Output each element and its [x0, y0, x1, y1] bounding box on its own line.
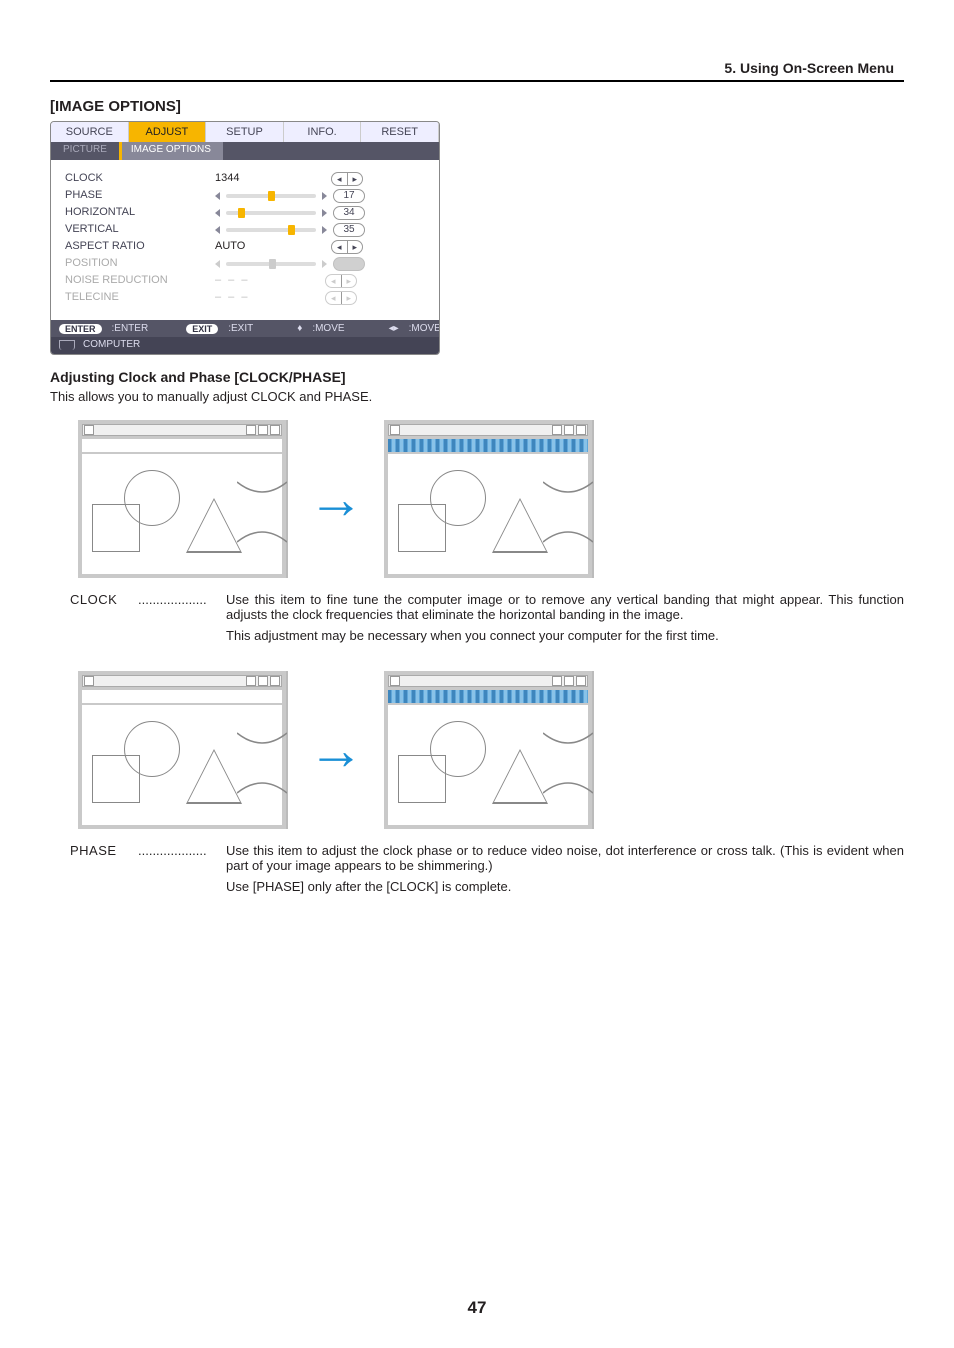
clock-before-thumb	[78, 420, 288, 578]
chev-right-icon	[322, 226, 327, 234]
row-position	[215, 255, 425, 272]
chev-right-icon	[322, 192, 327, 200]
phase-after-thumb	[384, 671, 594, 829]
row-clock: 1344 ◂▸	[215, 170, 425, 187]
def-phase-dots: ...................	[138, 843, 218, 858]
subtab-picture: PICTURE	[51, 142, 119, 160]
def-phase-p1: Use this item to adjust the clock phase …	[226, 843, 904, 873]
def-clock: CLOCK ................... Use this item …	[70, 592, 904, 649]
osd-tabs: SOURCE ADJUST SETUP INFO. RESET	[51, 122, 439, 142]
phase-value: 17	[333, 189, 365, 203]
def-phase: PHASE ................... Use this item …	[70, 843, 904, 900]
tab-reset: RESET	[361, 122, 439, 142]
subhead-clock-phase: Adjusting Clock and Phase [CLOCK/PHASE]	[50, 369, 904, 385]
move-label-2: :MOVE	[409, 323, 440, 334]
horizontal-value: 34	[333, 206, 365, 220]
row-nr: – – – ◂▸	[215, 272, 425, 289]
arrow-right-icon: →	[308, 471, 364, 527]
row-phase: 17	[215, 187, 425, 204]
section-title: [IMAGE OPTIONS]	[50, 98, 904, 115]
source-icon	[59, 340, 75, 350]
osd-footer-source: COMPUTER	[51, 337, 439, 354]
chev-right-icon	[322, 209, 327, 217]
tab-source: SOURCE	[51, 122, 129, 142]
exit-label: :EXIT	[228, 323, 253, 334]
row-aspect: AUTO ◂▸	[215, 238, 425, 255]
subtab-image-options: IMAGE OPTIONS	[119, 142, 223, 160]
clock-value: 1344	[215, 170, 313, 187]
intro-text: This allows you to manually adjust CLOCK…	[50, 389, 904, 404]
tab-setup: SETUP	[206, 122, 284, 142]
def-clock-term: CLOCK	[70, 592, 130, 607]
updown-icon: ♦	[297, 323, 302, 334]
move-label-1: :MOVE	[312, 323, 344, 334]
enter-label: :ENTER	[112, 323, 149, 334]
tab-adjust: ADJUST	[129, 122, 207, 142]
chev-left-icon	[215, 226, 220, 234]
item-aspect-label: ASPECT RATIO	[65, 238, 215, 255]
chev-right-icon	[322, 260, 327, 268]
tab-info: INFO.	[284, 122, 362, 142]
position-value	[333, 257, 365, 271]
row-vertical: 35	[215, 221, 425, 238]
row-horizontal: 34	[215, 204, 425, 221]
def-clock-dots: ...................	[138, 592, 218, 607]
source-value: COMPUTER	[83, 339, 140, 350]
clock-pill: ◂▸	[331, 172, 363, 186]
header-rule	[50, 80, 904, 82]
def-phase-p2: Use [PHASE] only after the [CLOCK] is co…	[226, 879, 904, 894]
telecine-pill: ◂▸	[325, 291, 357, 305]
aspect-pill: ◂▸	[331, 240, 363, 254]
chev-left-icon	[215, 260, 220, 268]
phase-before-thumb	[78, 671, 288, 829]
row-telecine: – – – ◂▸	[215, 289, 425, 306]
exit-button-icon: EXIT	[186, 324, 218, 334]
telecine-value: – – –	[215, 289, 319, 306]
item-vertical-label: VERTICAL	[65, 221, 215, 238]
def-clock-p2: This adjustment may be necessary when yo…	[226, 628, 904, 643]
vertical-value: 35	[333, 223, 365, 237]
osd-footer: ENTER :ENTER EXIT :EXIT ♦ :MOVE ◂▸ :MOVE	[51, 320, 439, 337]
item-phase-label: PHASE	[65, 187, 215, 204]
aspect-value: AUTO	[215, 238, 313, 255]
chapter-heading: 5. Using On-Screen Menu	[50, 60, 904, 76]
nr-pill: ◂▸	[325, 274, 357, 288]
osd-screenshot: SOURCE ADJUST SETUP INFO. RESET PICTURE …	[50, 121, 440, 355]
clock-diagram-row: →	[78, 420, 904, 578]
item-telecine-label: TELECINE	[65, 289, 215, 306]
item-horizontal-label: HORIZONTAL	[65, 204, 215, 221]
def-phase-term: PHASE	[70, 843, 130, 858]
arrow-right-icon: →	[308, 722, 364, 778]
leftright-icon: ◂▸	[389, 323, 399, 334]
chev-left-icon	[215, 209, 220, 217]
enter-button-icon: ENTER	[59, 324, 102, 334]
item-position-label: POSITION	[65, 255, 215, 272]
phase-diagram-row: →	[78, 671, 904, 829]
item-nr-label: NOISE REDUCTION	[65, 272, 215, 289]
chev-left-icon	[215, 192, 220, 200]
nr-value: – – –	[215, 272, 319, 289]
osd-subtabs: PICTURE IMAGE OPTIONS	[51, 142, 439, 160]
item-clock-label: CLOCK	[65, 170, 215, 187]
def-clock-p1: Use this item to fine tune the computer …	[226, 592, 904, 622]
page-number: 47	[0, 1298, 954, 1318]
clock-after-thumb	[384, 420, 594, 578]
